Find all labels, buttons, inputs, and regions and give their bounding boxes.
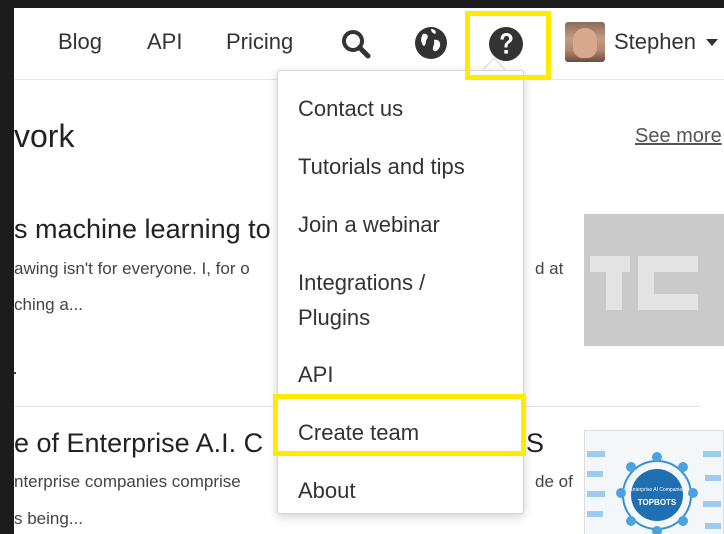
menu-item-create-team[interactable]: Create team: [298, 416, 419, 450]
globe-icon[interactable]: [414, 26, 448, 65]
article-excerpt-tail: de of: [535, 472, 573, 491]
search-icon[interactable]: [340, 28, 372, 65]
nav-link-pricing[interactable]: Pricing: [226, 28, 293, 56]
article-title[interactable]: s machine learning to: [14, 212, 271, 246]
nav-link-blog[interactable]: Blog: [58, 28, 102, 56]
infographic-thumbnail: Enterprise AI Companies TOPBOTS: [585, 431, 723, 534]
caret-down-icon[interactable]: [706, 39, 718, 46]
article-excerpt: s being...: [14, 509, 83, 528]
browser-viewport: Blog API Pricing Stephen vork See more s…: [14, 8, 724, 534]
user-menu-name[interactable]: Stephen: [614, 28, 696, 56]
menu-item-integrations-plugins[interactable]: Integrations /: [298, 266, 425, 300]
nav-link-api[interactable]: API: [147, 28, 182, 56]
avatar[interactable]: [565, 22, 605, 62]
article-excerpt: nterprise companies comprise: [14, 472, 241, 491]
article-excerpt-tail: d at: [535, 259, 564, 278]
menu-item-about[interactable]: About: [298, 474, 356, 508]
article-title-tail[interactable]: S: [526, 426, 544, 460]
article-thumbnail[interactable]: [584, 214, 724, 346]
article-meta-mark: [14, 372, 16, 374]
menu-item-api[interactable]: API: [298, 358, 333, 392]
article-excerpt: ching a...: [14, 295, 83, 314]
menu-item-tutorials-and-tips[interactable]: Tutorials and tips: [298, 150, 465, 184]
article-excerpt: awing isn't for everyone. I, for o: [14, 259, 250, 278]
help-dropdown-menu: Contact us Tutorials and tips Join a web…: [277, 70, 524, 514]
menu-item-contact-us[interactable]: Contact us: [298, 92, 403, 126]
article-thumbnail[interactable]: Enterprise AI Companies TOPBOTS: [584, 430, 724, 534]
article-title[interactable]: e of Enterprise A.I. C: [14, 426, 263, 460]
menu-item-integrations-plugins-line2[interactable]: Plugins: [298, 301, 370, 335]
section-title: vork: [14, 118, 75, 154]
thumbnail-caption: Enterprise AI Companies: [629, 487, 685, 493]
menu-item-join-a-webinar[interactable]: Join a webinar: [298, 208, 440, 242]
thumbnail-brand: TOPBOTS: [638, 498, 677, 507]
see-more-link[interactable]: See more: [635, 124, 722, 148]
techcrunch-logo: [584, 214, 724, 346]
